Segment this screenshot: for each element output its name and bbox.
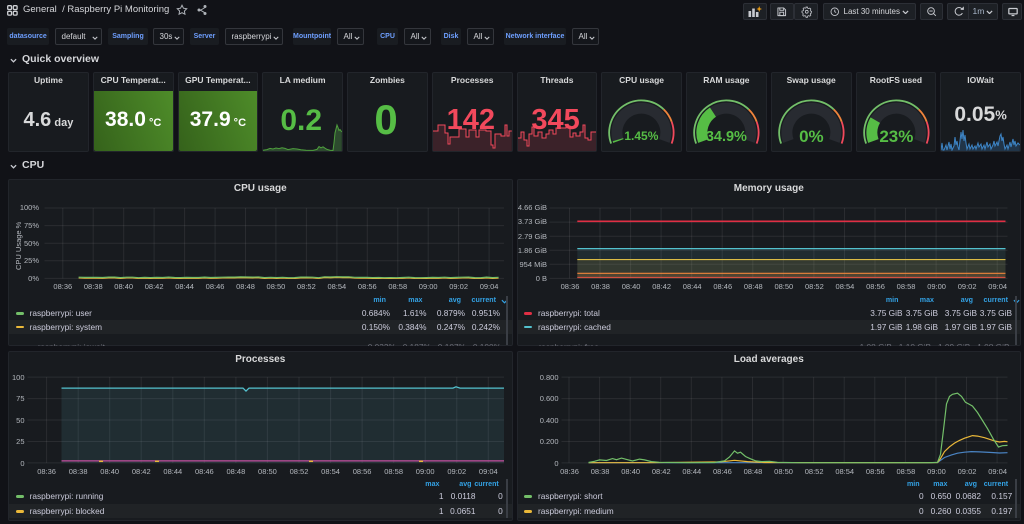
svg-text:34.9%: 34.9% (706, 130, 747, 146)
svg-text:0%: 0% (799, 128, 824, 147)
svg-text:23%: 23% (879, 128, 913, 147)
svg-text:1.45%: 1.45% (625, 130, 659, 144)
